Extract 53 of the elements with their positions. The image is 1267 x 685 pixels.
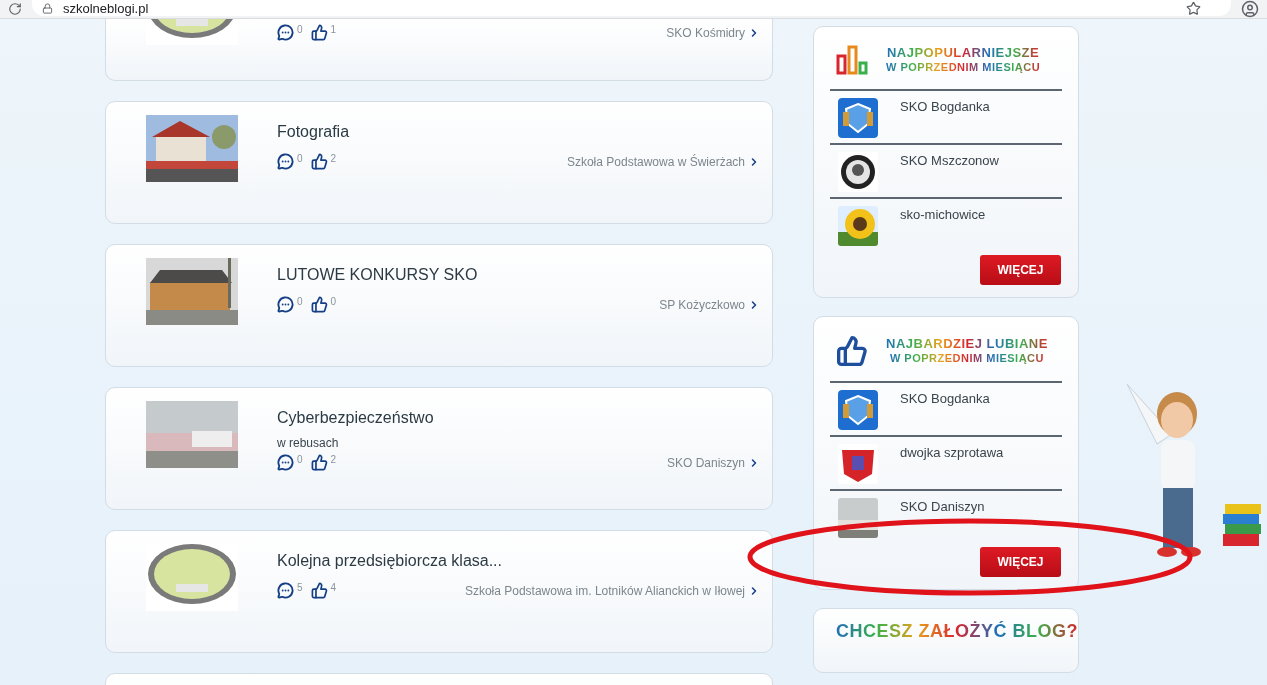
thumbs-up-icon [310, 296, 328, 313]
bar-chart-icon [836, 45, 868, 75]
comment-count: 0 [297, 24, 303, 35]
thumbs-up-icon [310, 24, 328, 41]
post-card[interactable]: Kolejna przedsiębiorcza klasa... 5 4 Szkoła Podstawowa im. Lotników Alianckich w Iłowej [105, 530, 773, 653]
like-count: 2 [330, 454, 337, 465]
comment-icon [277, 582, 294, 599]
thumbs-up-icon [310, 454, 328, 471]
post-title[interactable]: Cyberbezpieczeństwo [277, 409, 760, 427]
profile-icon[interactable] [1241, 0, 1259, 18]
post-subtitle: w rebusach [277, 436, 340, 450]
author-link[interactable]: SKO Daniszyn [666, 456, 760, 470]
post-title[interactable]: LUTOWE KONKURSY SKO [277, 266, 760, 284]
thumbs-up-icon [310, 582, 328, 599]
blog-link[interactable]: SKO Bogdanka [900, 99, 990, 143]
panel-subtitle: W POPRZEDNIM MIESIĄCU [886, 61, 1041, 74]
comment-icon [277, 24, 294, 41]
comment-count: 0 [297, 153, 303, 164]
blog-link[interactable]: dwojka szprotawa [900, 445, 1004, 489]
comment-icon [277, 153, 294, 170]
post-title[interactable]: Fotografia [277, 123, 760, 141]
reload-icon[interactable] [8, 2, 22, 16]
author-link[interactable]: SP Kożyczkowo [659, 298, 760, 312]
author-link[interactable]: Szkoła Podstawowa w Świerżach [566, 155, 760, 169]
thumbs-up-icon [310, 153, 328, 170]
comment-count: 0 [297, 296, 303, 307]
comment-icon [277, 296, 294, 313]
post-card[interactable]: 0 1 SKO Kośmidry [105, 19, 773, 81]
url-text: szkolneblogi.pl [63, 0, 149, 16]
like-count: 4 [330, 582, 337, 593]
like-count: 1 [330, 24, 337, 35]
like-count: 0 [330, 296, 337, 307]
bookmark-star-icon[interactable] [1186, 0, 1201, 16]
author-link[interactable]: SKO Kośmidry [666, 26, 760, 40]
blog-link[interactable]: SKO Mszczonow [900, 153, 999, 197]
comment-count: 5 [297, 582, 303, 593]
post-card[interactable]: Fotografia 0 2 Szkoła Podstawowa w Świerżach [105, 101, 773, 224]
comment-count: 0 [297, 454, 303, 465]
more-button[interactable]: WIĘCEJ [980, 255, 1061, 285]
comment-icon [277, 454, 294, 471]
post-title[interactable]: Kolejna przedsiębiorcza klasa... [277, 552, 760, 570]
more-button[interactable]: WIĘCEJ [980, 547, 1061, 577]
like-count: 2 [330, 153, 337, 164]
thumbs-up-icon [836, 335, 868, 367]
address-bar[interactable]: szkolneblogi.pl [32, 0, 1231, 16]
lock-icon [42, 2, 53, 14]
panel-subtitle: W POPRZEDNIM MIESIĄCU [889, 352, 1044, 365]
blog-link[interactable]: SKO Bogdanka [900, 391, 990, 435]
post-card[interactable]: LUTOWE KONKURSY SKO 0 0 SP Kożyczkowo [105, 244, 773, 367]
blog-link[interactable]: sko-michowice [900, 207, 986, 251]
author-link[interactable]: Szkoła Podstawowa im. Lotników Alianckich w Iłowej [464, 584, 760, 598]
post-card[interactable]: Cyberbezpieczeństwo w rebusach 0 2 SKO Daniszyn [105, 387, 773, 510]
blog-link[interactable]: SKO Daniszyn [900, 499, 985, 543]
